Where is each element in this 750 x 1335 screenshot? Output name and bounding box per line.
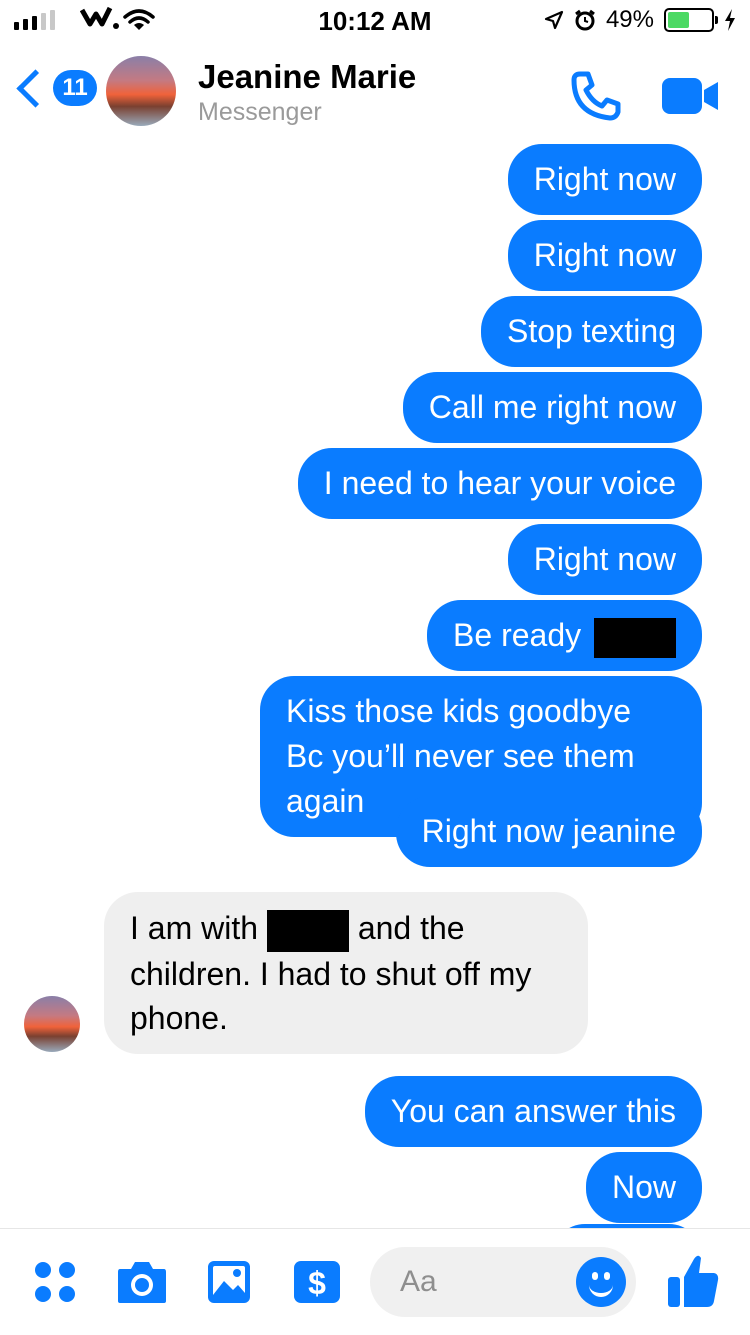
more-actions-button[interactable] — [34, 1261, 76, 1308]
payment-icon: $ — [294, 1261, 340, 1303]
back-chevron-icon — [16, 68, 55, 108]
status-right: 49% — [544, 6, 736, 34]
image-icon — [208, 1261, 250, 1303]
contact-avatar[interactable] — [106, 56, 176, 126]
contact-name[interactable]: Jeanine Marie — [198, 58, 416, 96]
svg-text:$: $ — [308, 1265, 326, 1301]
battery-percent: 49% — [605, 6, 654, 33]
phone-icon — [571, 71, 621, 121]
charging-bolt-icon — [725, 9, 735, 31]
camera-icon — [118, 1262, 166, 1303]
message-bubble-out[interactable]: Right now — [507, 524, 702, 595]
conversation-header: 11 Jeanine Marie Messenger — [0, 40, 750, 144]
location-arrow-icon — [544, 10, 564, 30]
message-bubble-out[interactable]: Right now — [507, 144, 702, 215]
sender-avatar[interactable] — [24, 996, 80, 1052]
camera-button[interactable] — [116, 1259, 168, 1310]
thumbs-up-icon — [668, 1255, 719, 1307]
message-bubble-out[interactable]: Right now — [507, 220, 702, 291]
video-call-button[interactable] — [662, 78, 720, 119]
message-bubble-out[interactable]: Right now jeanine — [395, 796, 702, 867]
message-bubble-out[interactable]: You can answer this — [364, 1076, 702, 1147]
status-bar: 10:12 AM 49% — [0, 0, 750, 40]
message-text: Be ready — [453, 617, 582, 653]
call-button[interactable] — [570, 70, 622, 127]
redaction-box — [594, 617, 676, 658]
gallery-button[interactable] — [206, 1259, 252, 1310]
message-bubble-out[interactable]: Call me right now — [402, 372, 702, 443]
message-input[interactable]: Aa — [370, 1247, 636, 1317]
message-input-placeholder: Aa — [400, 1265, 437, 1298]
message-text: I am with — [130, 910, 259, 946]
menu-dots-icon — [35, 1262, 75, 1302]
unread-count-badge: 11 — [53, 70, 97, 106]
message-thread[interactable]: Right now Right now Stop texting Call me… — [0, 144, 750, 1228]
message-bubble-out[interactable]: Be ready — [427, 600, 702, 671]
message-bubble-out[interactable]: Stop texting — [481, 296, 702, 367]
like-button[interactable] — [666, 1253, 720, 1314]
back-button[interactable]: 11 — [14, 68, 97, 108]
contact-subtitle: Messenger — [198, 98, 322, 126]
message-bubble-out[interactable]: Now — [585, 1152, 702, 1223]
redaction-box — [266, 909, 349, 952]
video-camera-icon — [662, 78, 718, 114]
battery-icon — [664, 8, 718, 32]
composer-bar: $ Aa — [0, 1228, 750, 1335]
alarm-clock-icon — [575, 9, 595, 31]
message-bubble-in[interactable]: I am with and the children. I had to shu… — [104, 892, 588, 1054]
payment-button[interactable]: $ — [292, 1259, 342, 1310]
message-bubble-out[interactable]: I need to hear your voice — [297, 448, 702, 519]
emoji-icon[interactable] — [576, 1257, 626, 1307]
